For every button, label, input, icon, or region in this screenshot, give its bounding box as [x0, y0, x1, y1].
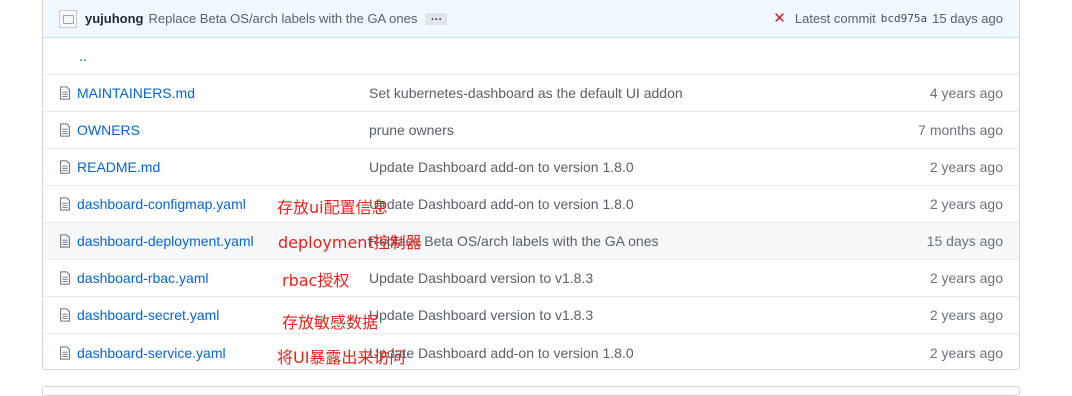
- author-avatar-icon[interactable]: [59, 9, 77, 28]
- file-icon: [60, 271, 70, 285]
- file-name-link[interactable]: OWNERS: [77, 122, 369, 138]
- commit-message-link[interactable]: Replace Beta OS/arch labels with the GA …: [149, 11, 418, 26]
- file-row: MAINTAINERS.md Set kubernetes-dashboard a…: [43, 75, 1019, 112]
- parent-directory-row: ..: [43, 38, 1019, 75]
- status-failure-icon[interactable]: ✕: [773, 11, 786, 26]
- readme-box-edge: [42, 386, 1020, 396]
- file-age: 4 years ago: [929, 85, 1003, 101]
- file-icon: [60, 160, 70, 174]
- file-row: dashboard-service.yaml Update Dashboard a…: [43, 334, 1019, 371]
- file-icon: [60, 86, 70, 100]
- file-commit-message-link[interactable]: Update Dashboard version to v1.8.3: [369, 307, 930, 323]
- file-age: 15 days ago: [926, 233, 1003, 249]
- file-name-link[interactable]: MAINTAINERS.md: [77, 85, 369, 101]
- file-commit-message-link[interactable]: Update Dashboard version to v1.8.3: [369, 270, 930, 286]
- commit-age: 15 days ago: [932, 11, 1003, 26]
- file-age: 2 years ago: [929, 159, 1003, 175]
- file-name-link[interactable]: dashboard-deployment.yaml: [77, 233, 369, 249]
- file-age: 2 years ago: [929, 344, 1003, 361]
- file-name-link[interactable]: dashboard-rbac.yaml: [77, 270, 369, 286]
- file-commit-message-link[interactable]: Update Dashboard add-on to version 1.8.0: [369, 196, 930, 212]
- file-age: 7 months ago: [918, 122, 1003, 138]
- file-row: dashboard-rbac.yaml Update Dashboard vers…: [43, 260, 1019, 297]
- commit-expand-button[interactable]: …: [425, 10, 448, 25]
- file-rows: MAINTAINERS.md Set kubernetes-dashboard a…: [43, 75, 1019, 371]
- commit-sha-link[interactable]: bcd975a: [881, 12, 927, 25]
- file-row: dashboard-configmap.yaml Update Dashboard…: [43, 186, 1019, 223]
- file-icon: [60, 123, 70, 137]
- file-row: OWNERS prune owners 7 months ago: [43, 112, 1019, 149]
- file-row: README.md Update Dashboard add-on to vers…: [43, 149, 1019, 186]
- file-icon: [60, 345, 70, 360]
- commit-info: ✕ Latest commit bcd975a 15 days ago: [773, 11, 1003, 26]
- file-commit-message-link[interactable]: Update Dashboard add-on to version 1.8.0: [369, 345, 930, 361]
- file-commit-message-link[interactable]: Update Dashboard add-on to version 1.8.0: [369, 159, 930, 175]
- parent-directory-link[interactable]: ..: [79, 48, 87, 64]
- latest-commit-label: Latest commit: [794, 11, 876, 26]
- file-row: dashboard-deployment.yaml Replace Beta OS…: [43, 223, 1019, 260]
- file-name-link[interactable]: README.md: [77, 159, 369, 175]
- file-icon: [60, 234, 70, 248]
- file-age: 2 years ago: [929, 270, 1003, 286]
- file-row: dashboard-secret.yaml Update Dashboard ve…: [43, 297, 1019, 334]
- file-age: 2 years ago: [929, 307, 1003, 323]
- file-name-link[interactable]: dashboard-service.yaml: [77, 345, 369, 361]
- file-icon: [60, 197, 70, 211]
- file-commit-message-link[interactable]: prune owners: [369, 122, 918, 138]
- file-name-link[interactable]: dashboard-configmap.yaml: [77, 196, 369, 212]
- file-commit-message-link[interactable]: Replace Beta OS/arch labels with the GA …: [369, 233, 927, 249]
- commit-author-link[interactable]: yujuhong: [85, 11, 144, 26]
- file-icon: [60, 308, 70, 322]
- file-commit-message-link[interactable]: Set kubernetes-dashboard as the default …: [369, 85, 930, 101]
- file-name-link[interactable]: dashboard-secret.yaml: [77, 307, 369, 323]
- latest-commit-bar: yujuhong Replace Beta OS/arch labels wit…: [43, 0, 1019, 38]
- file-list-box: yujuhong Replace Beta OS/arch labels wit…: [42, 0, 1020, 370]
- file-age: 2 years ago: [929, 196, 1003, 212]
